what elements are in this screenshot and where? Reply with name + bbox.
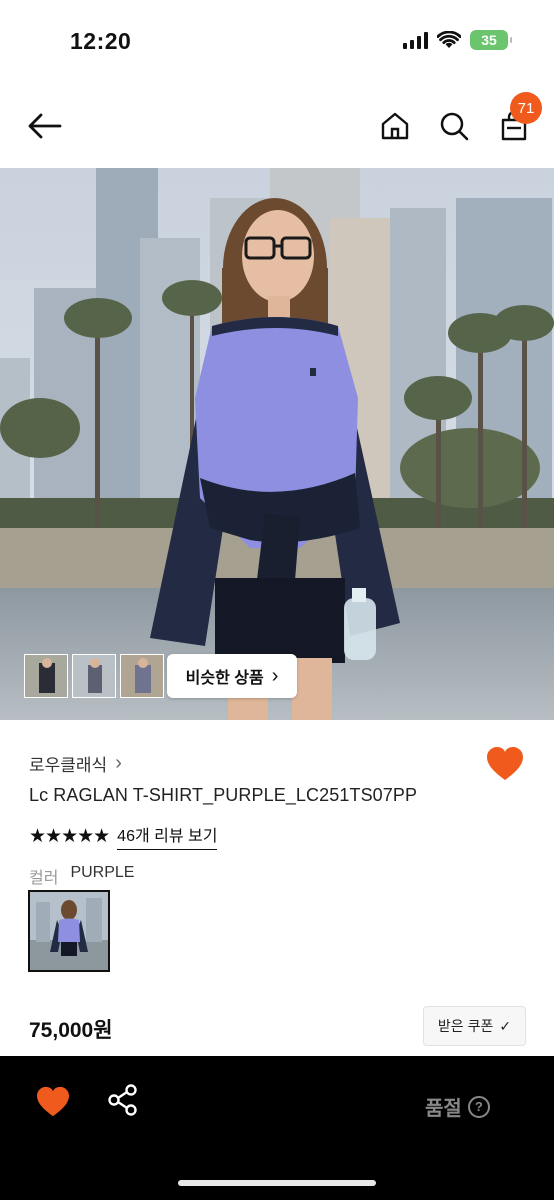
home-icon	[381, 112, 409, 140]
search-button[interactable]	[434, 106, 474, 146]
share-button[interactable]	[108, 1084, 144, 1122]
thumbnail-image[interactable]	[24, 654, 68, 698]
rating-stars: ★★★★★	[29, 825, 110, 847]
cellular-signal-icon	[403, 31, 428, 49]
similar-products-button[interactable]: 비슷한 상품 ›	[167, 654, 297, 698]
product-hero-image[interactable]	[0, 168, 554, 720]
status-bar: 12:20 35	[0, 0, 554, 84]
battery-icon: 35	[470, 30, 512, 50]
product-name: Lc RAGLAN T-SHIRT_PURPLE_LC251TS07PP	[29, 785, 418, 805]
status-time: 12:20	[70, 28, 132, 54]
home-button[interactable]	[376, 106, 414, 146]
rating-row: ★★★★★ 46개 리뷰 보기	[29, 822, 218, 850]
check-icon: ✓	[499, 1017, 512, 1034]
chevron-right-icon: ›	[115, 752, 122, 774]
brand-name: 로우클래식	[29, 756, 108, 775]
back-button[interactable]	[22, 106, 68, 146]
help-icon[interactable]: ?	[467, 1095, 490, 1118]
color-option-purple[interactable]	[28, 890, 110, 972]
thumbnail-image[interactable]	[72, 654, 116, 698]
bottom-like-button[interactable]	[36, 1086, 72, 1122]
coupon-label: 받은 쿠폰	[437, 1018, 494, 1034]
thumbnail-strip	[24, 654, 164, 698]
color-row: 컬러 PURPLE	[29, 864, 134, 888]
bottom-action-bar: 품절 ?	[0, 1056, 554, 1200]
product-photo	[0, 168, 554, 720]
like-button[interactable]	[486, 746, 526, 786]
sold-out-status: 품절 ?	[425, 1092, 490, 1121]
chevron-right-icon: ›	[271, 664, 279, 687]
thumbnail-image[interactable]	[120, 654, 164, 698]
heart-icon	[37, 1086, 69, 1117]
arrow-left-icon	[28, 113, 62, 139]
price: 75,000원	[29, 1019, 113, 1042]
nav-bar	[0, 84, 554, 168]
battery-level: 35	[481, 32, 497, 48]
search-icon	[440, 112, 469, 141]
color-value: PURPLE	[70, 864, 135, 881]
home-indicator	[178, 1180, 376, 1186]
sold-out-label: 품절	[425, 1098, 462, 1120]
similar-products-label: 비슷한 상품	[185, 670, 264, 687]
wifi-icon	[437, 31, 461, 48]
heart-icon	[487, 747, 523, 780]
cart-count-badge: 71	[510, 92, 542, 124]
share-icon	[108, 1084, 137, 1116]
brand-link[interactable]: 로우클래식 ›	[29, 751, 122, 776]
status-icons: 35	[403, 30, 512, 50]
received-coupon-button[interactable]: 받은 쿠폰 ✓	[423, 1006, 526, 1046]
color-label: 컬러	[29, 870, 59, 887]
review-link[interactable]: 46개 리뷰 보기	[117, 822, 218, 850]
